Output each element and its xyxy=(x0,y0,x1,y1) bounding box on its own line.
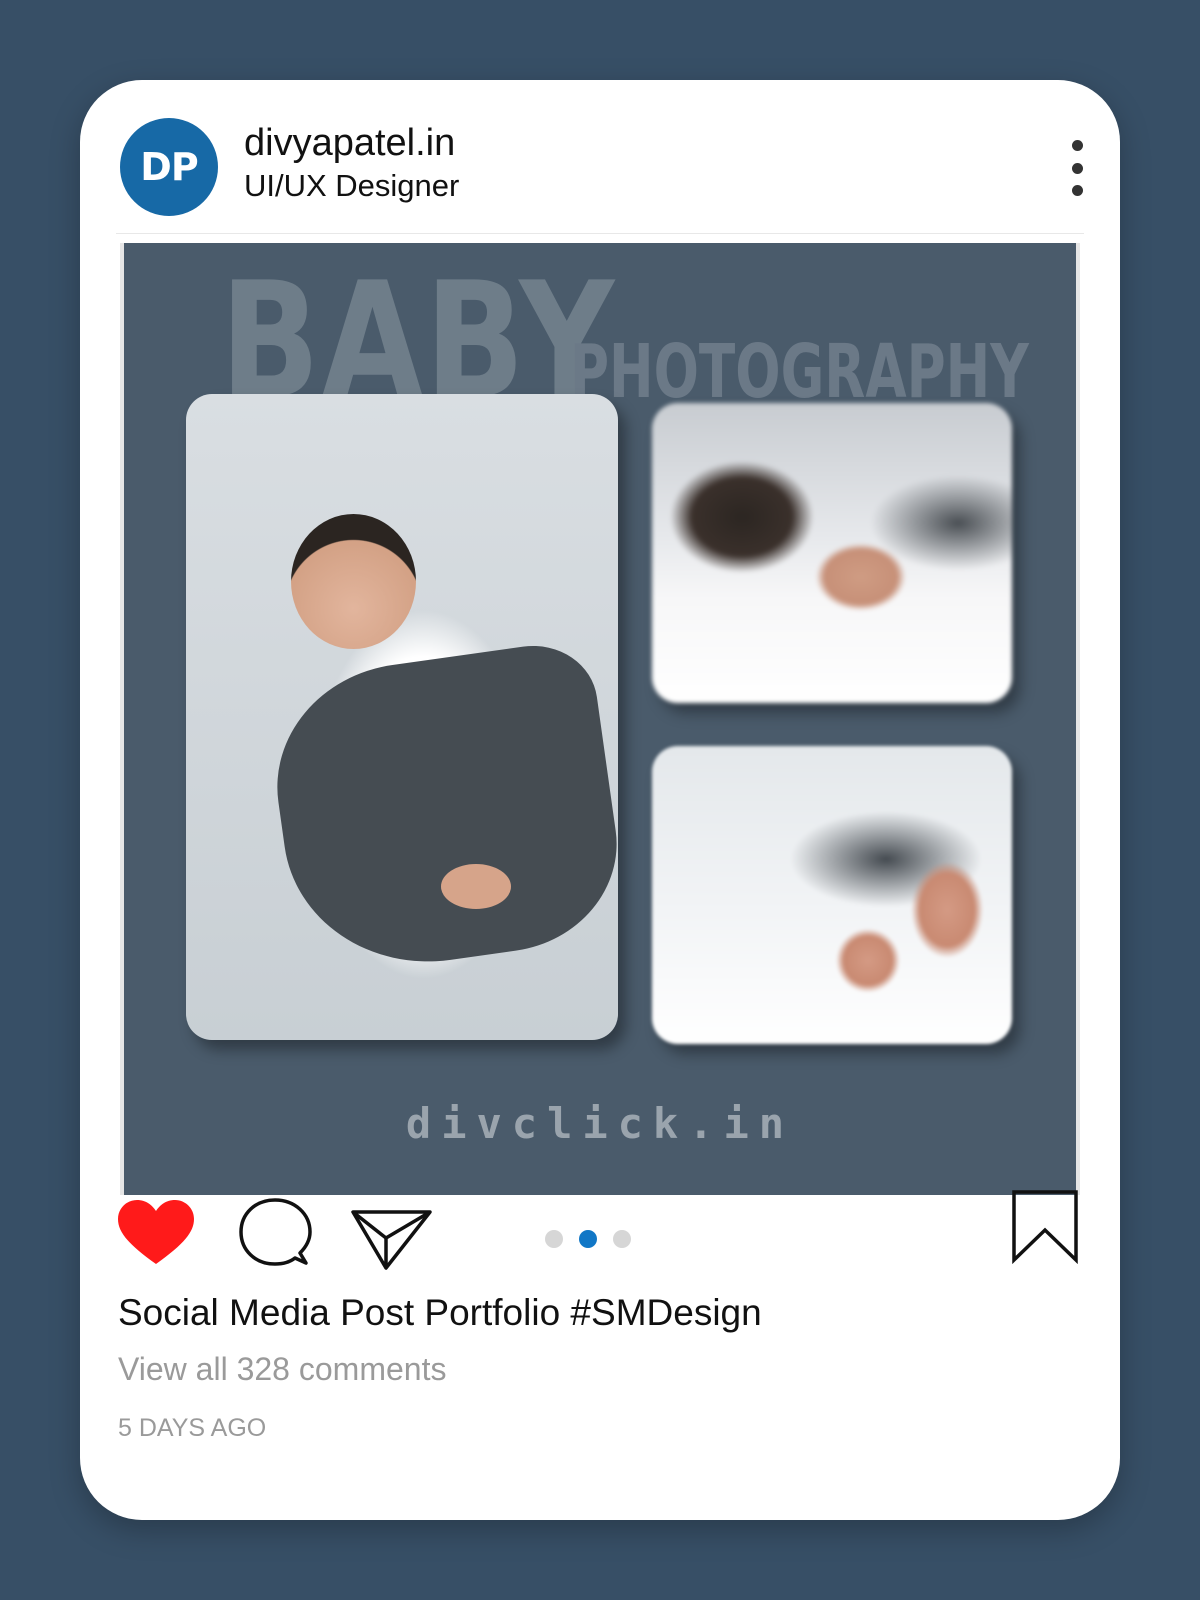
carousel-indicator xyxy=(545,1230,631,1248)
baby-photo-hand xyxy=(652,403,1012,703)
post-timestamp: 5 DAYS AGO xyxy=(118,1414,267,1442)
heart-icon[interactable] xyxy=(118,1200,194,1266)
media-title-small: PHOTOGRAPHY xyxy=(570,329,1029,415)
post-image[interactable]: BABY PHOTOGRAPHY divclick.in xyxy=(120,243,1080,1195)
carousel-dot-active[interactable] xyxy=(579,1230,597,1248)
more-vertical-icon[interactable] xyxy=(1062,140,1092,196)
action-bar xyxy=(118,1190,1078,1290)
baby-photo-feet xyxy=(652,746,1012,1044)
carousel-dot[interactable] xyxy=(545,1230,563,1248)
user-subtitle: UI/UX Designer xyxy=(244,168,460,203)
post-caption: Social Media Post Portfolio #SMDesign xyxy=(118,1292,762,1333)
baby-photo-main xyxy=(186,394,618,1040)
avatar[interactable]: DP xyxy=(120,118,218,216)
post-card: DP divyapatel.in UI/UX Designer BABY PHO… xyxy=(80,80,1120,1520)
comment-icon[interactable] xyxy=(238,1196,312,1270)
carousel-dot[interactable] xyxy=(613,1230,631,1248)
send-icon[interactable] xyxy=(350,1196,434,1272)
username[interactable]: divyapatel.in xyxy=(244,124,455,162)
bookmark-icon[interactable] xyxy=(1012,1190,1078,1264)
divider xyxy=(116,233,1084,234)
media-watermark: divclick.in xyxy=(405,1099,795,1148)
view-comments-link[interactable]: View all 328 comments xyxy=(118,1353,446,1385)
